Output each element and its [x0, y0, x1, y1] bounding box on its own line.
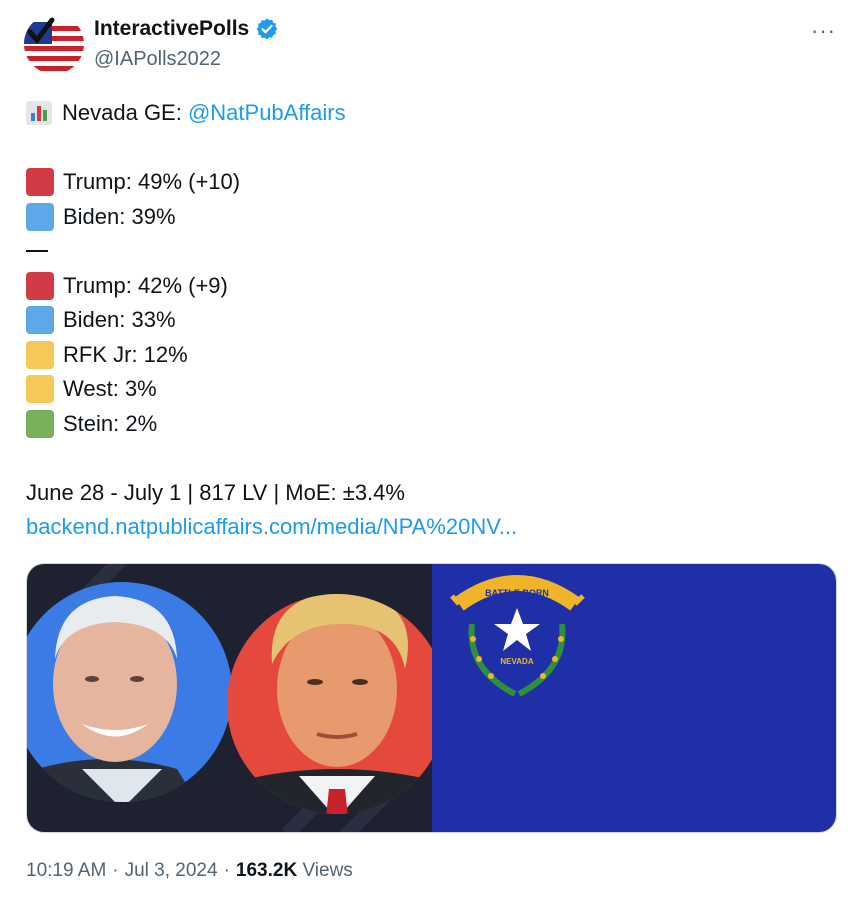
em-dash: [26, 250, 48, 253]
poll-row-label: Stein: 2%: [63, 410, 158, 436]
avatar[interactable]: [24, 14, 84, 74]
poll-row-label: Trump: 49% (+10): [63, 169, 241, 194]
mention-link[interactable]: @NatPubAffairs: [188, 96, 346, 131]
views-label: Views: [302, 860, 353, 881]
poll-row-label: RFK Jr: 12%: [63, 341, 188, 367]
views-count: 163.2K: [235, 860, 298, 881]
green-square-icon: [26, 409, 54, 438]
tweet-date[interactable]: Jul 3, 2024: [125, 860, 218, 882]
flag-nevada-text: NEVADA: [500, 657, 533, 666]
bar-chart-icon: [26, 101, 52, 126]
flag-banner-text: BATTLE BORN: [485, 588, 549, 598]
dates-line: June 28 - July 1 | 817 LV | MoE: ±3.4%: [26, 479, 405, 505]
display-name-text[interactable]: InteractivePolls: [94, 17, 249, 41]
tweet-header-line: Nevada GE: @NatPubAffairs: [26, 96, 836, 131]
source-link[interactable]: backend.natpublicaffairs.com/media/NPA%2…: [26, 510, 836, 545]
poll-row: Stein: 2%: [26, 407, 836, 442]
poll-row: West: 3%: [26, 372, 836, 407]
tweet-meta: 10:19 AM · Jul 3, 2024 · 163.2K Views: [26, 860, 353, 882]
poll-row-label: Biden: 39%: [63, 203, 176, 229]
poll-row: Trump: 49% (+10): [26, 165, 836, 200]
poll-row: Biden: 33%: [26, 303, 836, 338]
red-square-icon: [26, 271, 54, 300]
poll-row-label: Trump: 42% (+9): [63, 272, 228, 298]
display-name[interactable]: InteractivePolls: [94, 17, 279, 41]
tweet-text: Nevada GE: @NatPubAffairs Trump: 49% (+1…: [26, 96, 836, 545]
handle[interactable]: @IAPolls2022: [94, 48, 221, 71]
red-square-icon: [26, 168, 54, 197]
yellow-square-icon: [26, 340, 54, 369]
divider-dash: [26, 234, 836, 269]
media-image[interactable]: BATTLE BORN NEVADA: [26, 563, 837, 833]
tweet-time[interactable]: 10:19 AM: [26, 860, 106, 882]
meta-separator: ·: [112, 860, 119, 881]
nevada-flag: [432, 564, 836, 832]
poll-row-label: Biden: 33%: [63, 307, 176, 332]
blue-square-icon: [26, 306, 54, 335]
poll-row: Trump: 42% (+9): [26, 269, 836, 304]
meta-separator: ·: [223, 860, 230, 881]
poll-row-label: West: 3%: [63, 376, 157, 401]
blue-square-icon: [26, 202, 54, 231]
verified-badge-icon: [256, 18, 278, 40]
tweet-header-text: Nevada GE:: [62, 100, 188, 125]
poll-row: Biden: 39%: [26, 200, 836, 235]
yellow-square-icon: [26, 375, 54, 404]
more-options-icon[interactable]: ···: [811, 18, 836, 44]
poll-row: RFK Jr: 12%: [26, 338, 836, 373]
poll-check-logo-icon: [24, 14, 84, 74]
